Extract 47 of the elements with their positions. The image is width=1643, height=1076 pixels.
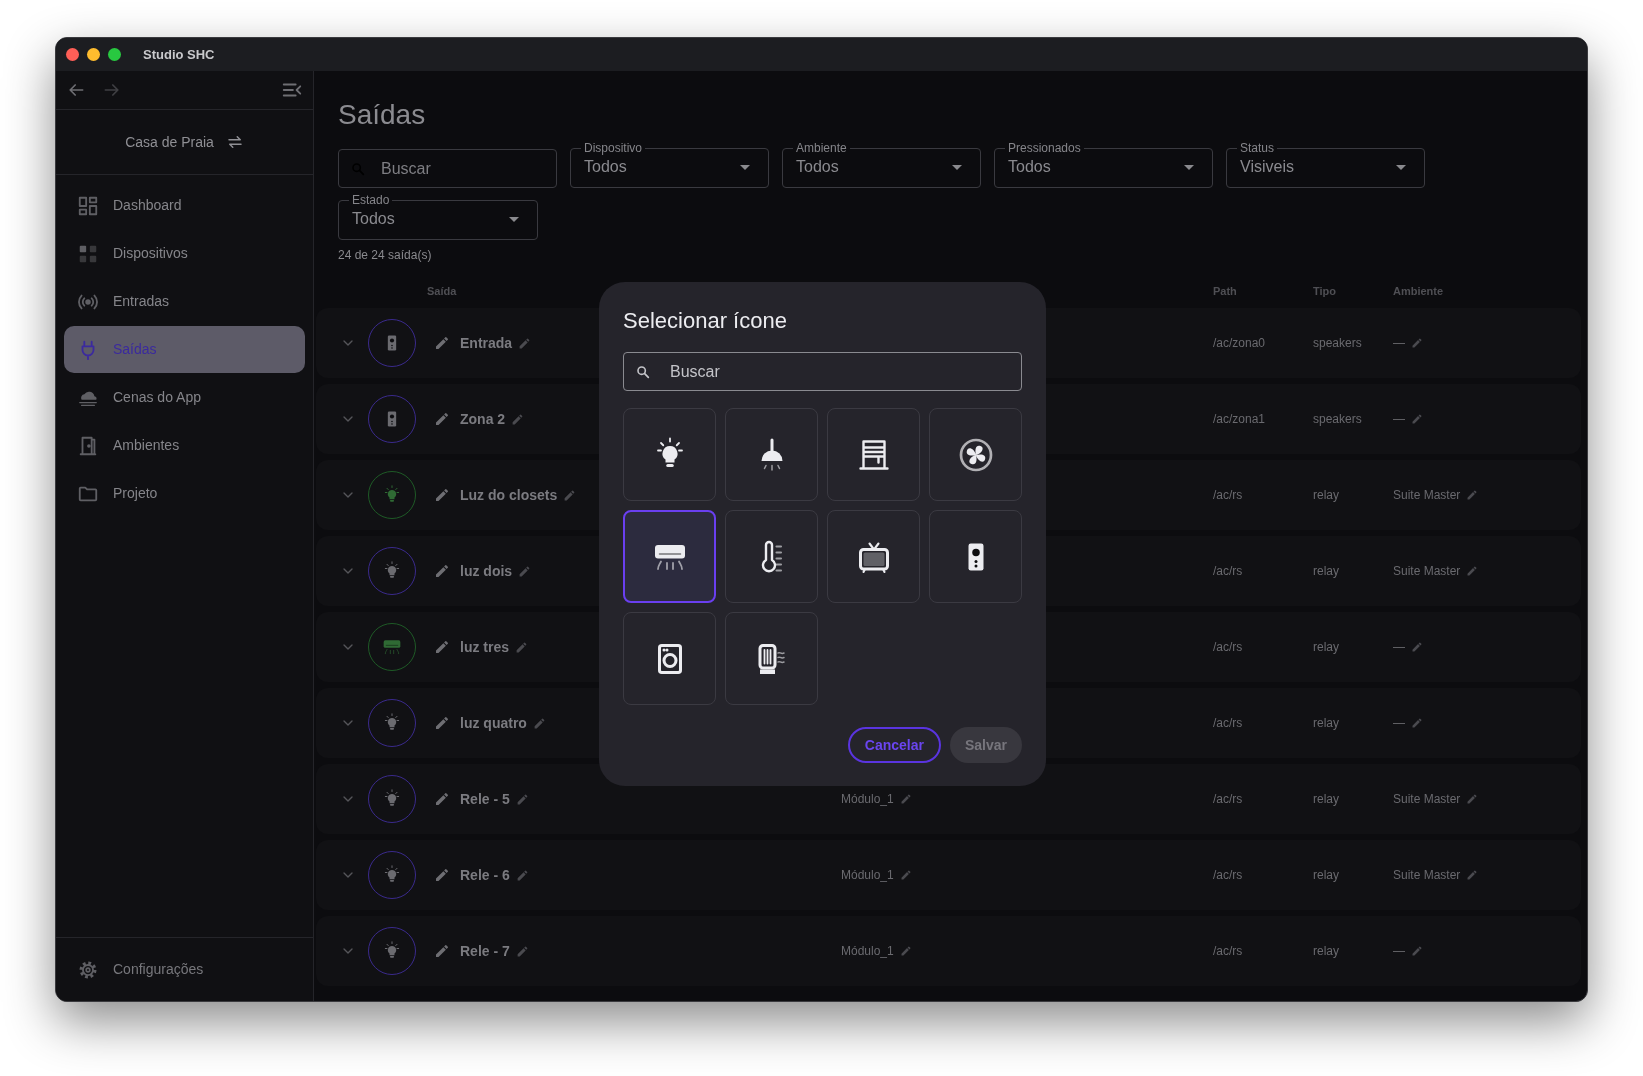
table-cell-text: relay	[1313, 639, 1340, 656]
table-cell-text: Módulo_1	[841, 791, 894, 808]
output-name: Rele - 7	[460, 941, 510, 961]
table-cell-text: relay	[1313, 943, 1340, 960]
table-cell-text: relay	[1313, 563, 1340, 580]
table-cell-text: relay	[1313, 487, 1340, 504]
column-header: Saída	[427, 284, 457, 299]
output-name: Rele - 6	[460, 865, 510, 885]
table-cell-text: /ac/rs	[1213, 867, 1244, 884]
dialog-title: Selecionar ícone	[623, 307, 788, 335]
table-cell-text: Módulo_1	[841, 943, 894, 960]
table-cell-text: —	[1393, 639, 1405, 656]
table-cell-text: speakers	[1313, 411, 1363, 428]
page-title: Saídas	[338, 98, 427, 132]
output-name: Luz do closets	[460, 485, 558, 505]
table-cell-text: /ac/rs	[1213, 639, 1244, 656]
table-cell-text: Módulo_1	[841, 867, 894, 884]
column-header: Ambiente	[1393, 284, 1444, 299]
table-cell-text: —	[1393, 715, 1405, 732]
output-name: Zona 2	[460, 409, 506, 429]
result-count: 24 de 24 saída(s)	[338, 247, 433, 264]
table-cell-text: /ac/zona1	[1213, 411, 1267, 428]
table-cell-text: /ac/rs	[1213, 563, 1244, 580]
table-cell-text: Suite Master	[1393, 867, 1461, 884]
table-cell-text: /ac/rs	[1213, 791, 1244, 808]
output-name: Entrada	[460, 333, 513, 353]
table-cell-text: Suite Master	[1393, 563, 1461, 580]
table-cell-text: /ac/rs	[1213, 943, 1244, 960]
table-cell-text: Suite Master	[1393, 791, 1461, 808]
table-cell-text: /ac/zona0	[1213, 335, 1267, 352]
table-cell-text: —	[1393, 411, 1405, 428]
table-cell-text: —	[1393, 335, 1405, 352]
table-cell-text: relay	[1313, 791, 1340, 808]
table-cell-text: speakers	[1313, 335, 1363, 352]
table-cell-text: relay	[1313, 715, 1340, 732]
column-header: Path	[1213, 284, 1237, 299]
table-cell-text: Suite Master	[1393, 487, 1461, 504]
output-name: luz quatro	[460, 713, 527, 733]
table-cell-text: /ac/rs	[1213, 715, 1244, 732]
output-name: Rele - 5	[460, 789, 510, 809]
output-name: luz tres	[460, 637, 509, 657]
table-cell-text: /ac/rs	[1213, 487, 1244, 504]
table-cell-text: —	[1393, 943, 1405, 960]
column-header: Tipo	[1313, 284, 1336, 299]
table-cell-text: relay	[1313, 867, 1340, 884]
window-title: Studio SHC	[143, 45, 215, 64]
output-name: luz dois	[460, 561, 513, 581]
